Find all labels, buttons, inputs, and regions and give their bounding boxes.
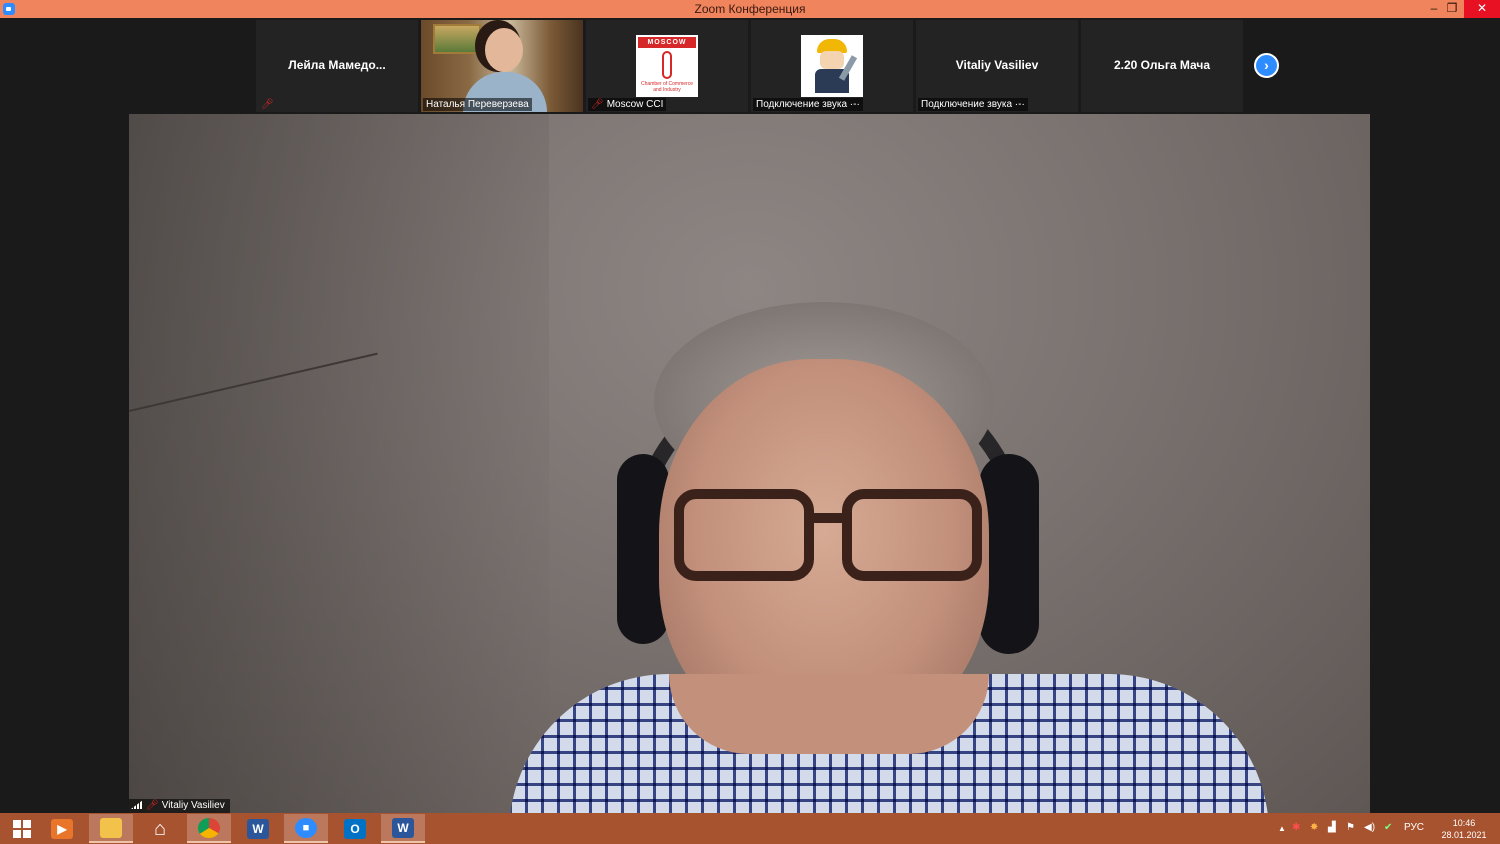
participant-tile[interactable]: Наталья Переверзева: [421, 20, 583, 112]
signal-strength-icon: [131, 800, 143, 809]
windows-taskbar: ▶ ⌂ W ■ O W ▲ ✱ ✸ ▟ ⚑ ◀) ✔ РУС 10:46 28.…: [0, 813, 1500, 844]
system-tray: ▲ ✱ ✸ ▟ ⚑ ◀) ✔ РУС 10:46 28.01.2021: [1270, 813, 1500, 844]
active-speaker-video[interactable]: 🎤︎ Vitaliy Vasiliev: [129, 114, 1370, 813]
mic-muted-icon: 🎤︎: [261, 99, 274, 110]
language-indicator[interactable]: РУС: [1404, 822, 1424, 833]
participant-footer: Подключение звука ·-·: [753, 98, 863, 111]
participant-name: Лейла Мамедо...: [288, 58, 386, 72]
folder-icon: [100, 817, 122, 838]
start-button[interactable]: [0, 814, 44, 843]
audio-connecting-status: Подключение звука ·-·: [921, 99, 1025, 110]
network-icon[interactable]: ▟: [1328, 822, 1336, 833]
participant-head: [485, 28, 523, 72]
participant-footer: 🎤︎: [258, 98, 280, 111]
glasses-bridge: [810, 513, 846, 523]
logo-caption: Chamber of Commerce and Industry: [641, 81, 693, 93]
flag-icon[interactable]: ⚑: [1346, 822, 1355, 833]
worker-avatar: [801, 35, 863, 97]
tool-icon[interactable]: ✸: [1310, 822, 1318, 833]
glasses-lens-left: [674, 489, 814, 581]
media-player-icon: ▶: [51, 818, 73, 839]
word-icon: W: [392, 817, 414, 838]
participant-tile[interactable]: Vitaliy Vasiliev Подключение звука ·-·: [916, 20, 1078, 112]
participant-tile[interactable]: Подключение звука ·-·: [751, 20, 913, 112]
volume-icon[interactable]: ◀): [1364, 822, 1375, 833]
security-shield-icon[interactable]: ✔: [1384, 822, 1392, 833]
window-title: Zoom Конференция: [694, 2, 806, 16]
participant-name: Наталья Переверзева: [426, 99, 529, 110]
participant-name: Vitaliy Vasiliev: [955, 58, 1039, 72]
participant-tile[interactable]: 2.20 Ольга Мача: [1081, 20, 1243, 112]
speaker-glasses: [674, 489, 984, 589]
antivirus-icon[interactable]: ✱: [1292, 822, 1300, 833]
active-speaker-label: 🎤︎ Vitaliy Vasiliev: [129, 799, 230, 813]
windows-icon: [13, 819, 31, 838]
participant-footer: Наталья Переверзева: [423, 98, 532, 111]
glasses-lens-right: [842, 489, 982, 581]
mic-muted-icon: 🎤︎: [146, 800, 159, 811]
taskbar-chrome[interactable]: [187, 814, 231, 843]
active-speaker-name: Vitaliy Vasiliev: [161, 800, 225, 811]
tray-overflow-icon[interactable]: ▲: [1278, 824, 1286, 833]
audio-connecting-status: Подключение звука ·-·: [756, 99, 860, 110]
background-painting: [433, 24, 481, 54]
close-button[interactable]: ✕: [1464, 0, 1500, 18]
participant-name: 2.20 Ольга Мача: [1113, 58, 1211, 72]
zoom-icon: ■: [295, 817, 317, 838]
participant-footer: Подключение звука ·-·: [918, 98, 1028, 111]
outlook-icon: O: [344, 818, 366, 839]
window-titlebar: Zoom Конференция ‒ ❐ ✕: [0, 0, 1500, 18]
taskbar-word-2[interactable]: W: [381, 814, 425, 843]
clock-date: 28.01.2021: [1441, 830, 1487, 840]
restore-button[interactable]: ❐: [1440, 0, 1464, 18]
moscow-cci-logo: MOSCOW Chamber of Commerce and Industry: [636, 35, 698, 97]
participant-strip: Лейла Мамедо... 🎤︎ Наталья Переверзева M…: [0, 18, 1500, 114]
taskbar-file-explorer[interactable]: [89, 814, 133, 843]
logo-band: MOSCOW: [638, 37, 696, 48]
home-icon: ⌂: [153, 817, 167, 840]
mic-muted-icon: 🎤︎: [591, 99, 604, 110]
taskbar-word[interactable]: W: [236, 814, 280, 843]
taskbar-outlook[interactable]: O: [333, 814, 377, 843]
participant-tile[interactable]: MOSCOW Chamber of Commerce and Industry …: [586, 20, 748, 112]
clock[interactable]: 10:46 28.01.2021: [1434, 817, 1494, 841]
taskbar-media-player[interactable]: ▶: [40, 814, 84, 843]
participant-footer: 🎤︎ Moscow CCI: [588, 98, 667, 111]
speaker-neck: [669, 674, 989, 754]
chrome-icon: [198, 817, 220, 838]
participant-name: Moscow CCI: [606, 99, 664, 110]
participant-tile[interactable]: Лейла Мамедо... 🎤︎: [256, 20, 418, 112]
wall-shadow: [129, 114, 549, 813]
caduceus-icon: [662, 51, 672, 79]
avatar-face: [820, 51, 844, 69]
next-participants-button[interactable]: ›: [1254, 53, 1279, 78]
clock-time: 10:46: [1452, 818, 1476, 828]
word-icon: W: [247, 818, 269, 839]
taskbar-zoom[interactable]: ■: [284, 814, 328, 843]
taskbar-home[interactable]: ⌂: [138, 814, 182, 843]
